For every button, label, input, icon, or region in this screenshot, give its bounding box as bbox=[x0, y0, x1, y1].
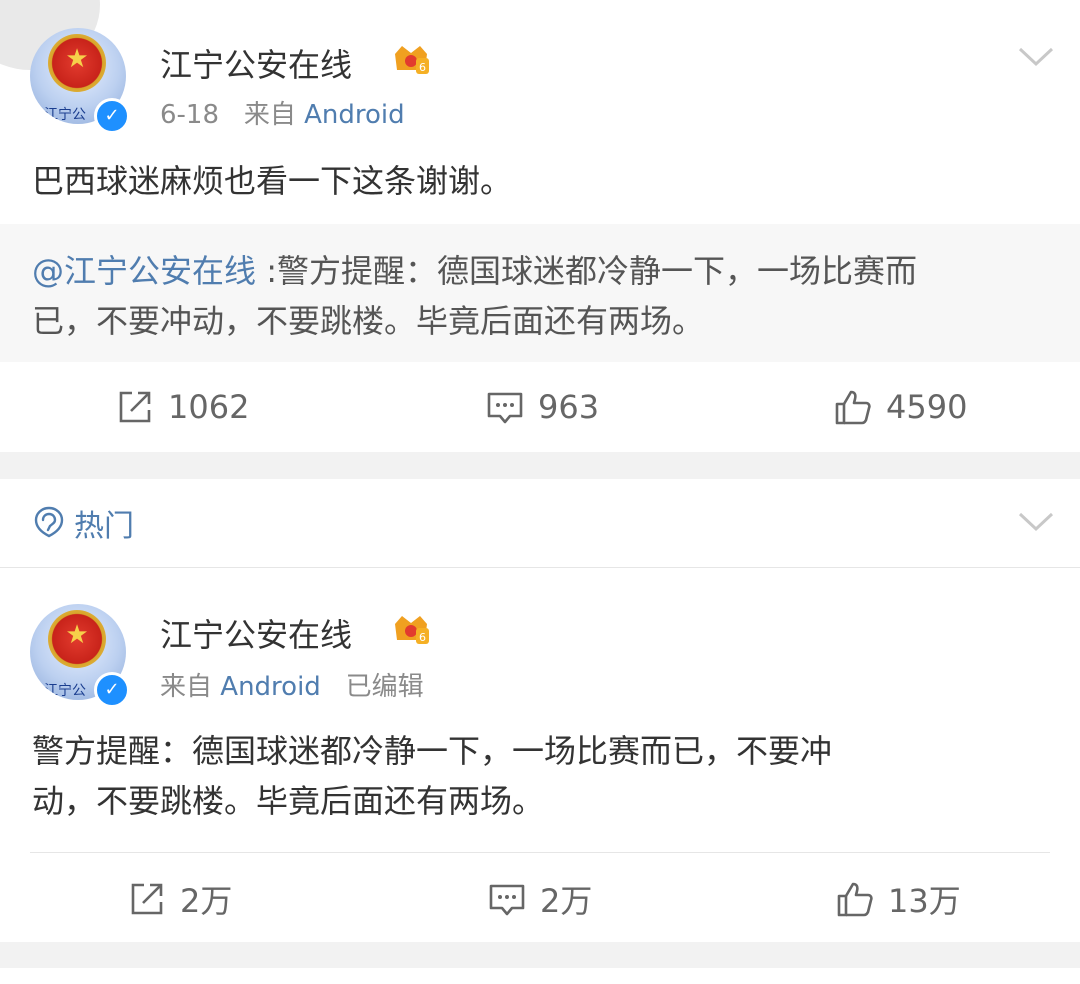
repost-line-1: :警方提醒：德国球迷都冷静一下，一场比赛而 bbox=[256, 252, 917, 290]
hot-topic-icon bbox=[34, 506, 64, 538]
user-name[interactable]: 江宁公安在线 bbox=[160, 40, 352, 86]
mention-link[interactable]: @江宁公安在线 bbox=[32, 252, 256, 290]
post-card-1[interactable]: ★ 江宁公 ✓ 江宁公安在线 6 6-18 来自 Android 巴西球迷麻烦也… bbox=[0, 0, 1080, 452]
repost-button[interactable]: 2万 bbox=[128, 876, 232, 922]
avatar-label: 江宁公 bbox=[44, 683, 86, 699]
like-button[interactable]: 4590 bbox=[834, 388, 967, 426]
comment-button[interactable]: 2万 bbox=[488, 876, 592, 922]
comment-count: 2万 bbox=[540, 882, 593, 920]
police-emblem-icon: ★ bbox=[48, 610, 106, 668]
repost-count: 1062 bbox=[168, 388, 250, 426]
thumbs-up-icon bbox=[837, 882, 873, 917]
repost-icon bbox=[119, 391, 151, 423]
source-link[interactable]: Android bbox=[304, 100, 405, 130]
like-count: 13万 bbox=[888, 882, 961, 920]
next-card-edge bbox=[0, 968, 1080, 984]
svg-text:6: 6 bbox=[419, 631, 426, 644]
user-name[interactable]: 江宁公安在线 bbox=[160, 610, 352, 656]
post-date: 6-18 bbox=[160, 100, 220, 130]
repost-icon bbox=[131, 883, 163, 915]
repost-line-2: 已，不要冲动，不要跳楼。毕竟后面还有两场。 bbox=[32, 302, 705, 340]
verified-badge-icon: ✓ bbox=[94, 98, 130, 134]
comment-button[interactable]: 963 bbox=[486, 388, 599, 426]
comment-icon bbox=[487, 392, 523, 424]
like-count: 4590 bbox=[886, 388, 968, 426]
post-text-line-2: 动，不要跳楼。毕竟后面还有两场。 bbox=[32, 782, 545, 820]
thumbs-up-icon bbox=[835, 390, 871, 425]
source-prefix: 来自 bbox=[160, 672, 213, 702]
hot-label: 热门 bbox=[74, 509, 134, 544]
avatar-label: 江宁公 bbox=[44, 107, 86, 123]
repost-box[interactable]: @江宁公安在线 :警方提醒：德国球迷都冷静一下，一场比赛而 已，不要冲动，不要跳… bbox=[0, 224, 1080, 362]
police-emblem-icon: ★ bbox=[48, 34, 106, 92]
repost-button[interactable]: 1062 bbox=[116, 388, 249, 426]
post-meta: 6-18 来自 Android bbox=[160, 94, 405, 131]
post-text-line-1: 警方提醒：德国球迷都冷静一下，一场比赛而已，不要冲 bbox=[32, 732, 833, 770]
comment-icon bbox=[489, 884, 525, 916]
comment-count: 963 bbox=[538, 388, 600, 426]
hot-section-header[interactable]: 热门 bbox=[0, 479, 1080, 568]
repost-count: 2万 bbox=[180, 882, 233, 920]
chevron-down-icon[interactable] bbox=[1018, 511, 1054, 533]
source-link[interactable]: Android bbox=[220, 672, 321, 702]
post-card-2[interactable]: ★ 江宁公 ✓ 江宁公安在线 6 来自 Android 已编辑 警方提醒：德国球… bbox=[0, 568, 1080, 942]
post-text: 巴西球迷麻烦也看一下这条谢谢。 bbox=[32, 162, 513, 200]
crown-icon[interactable]: 6 bbox=[392, 612, 430, 646]
like-button[interactable]: 13万 bbox=[836, 876, 961, 922]
crown-icon[interactable]: 6 bbox=[392, 42, 430, 76]
post-text: 警方提醒：德国球迷都冷静一下，一场比赛而已，不要冲 动，不要跳楼。毕竟后面还有两… bbox=[32, 726, 832, 826]
chevron-down-icon[interactable] bbox=[1018, 46, 1054, 68]
source-prefix: 来自 bbox=[243, 100, 296, 130]
repost-text: @江宁公安在线 :警方提醒：德国球迷都冷静一下，一场比赛而 已，不要冲动，不要跳… bbox=[32, 246, 1052, 346]
verified-badge-icon: ✓ bbox=[94, 672, 130, 708]
edited-label: 已编辑 bbox=[345, 672, 424, 702]
post-meta: 来自 Android 已编辑 bbox=[160, 666, 424, 703]
svg-text:6: 6 bbox=[419, 61, 426, 74]
divider bbox=[30, 852, 1050, 853]
